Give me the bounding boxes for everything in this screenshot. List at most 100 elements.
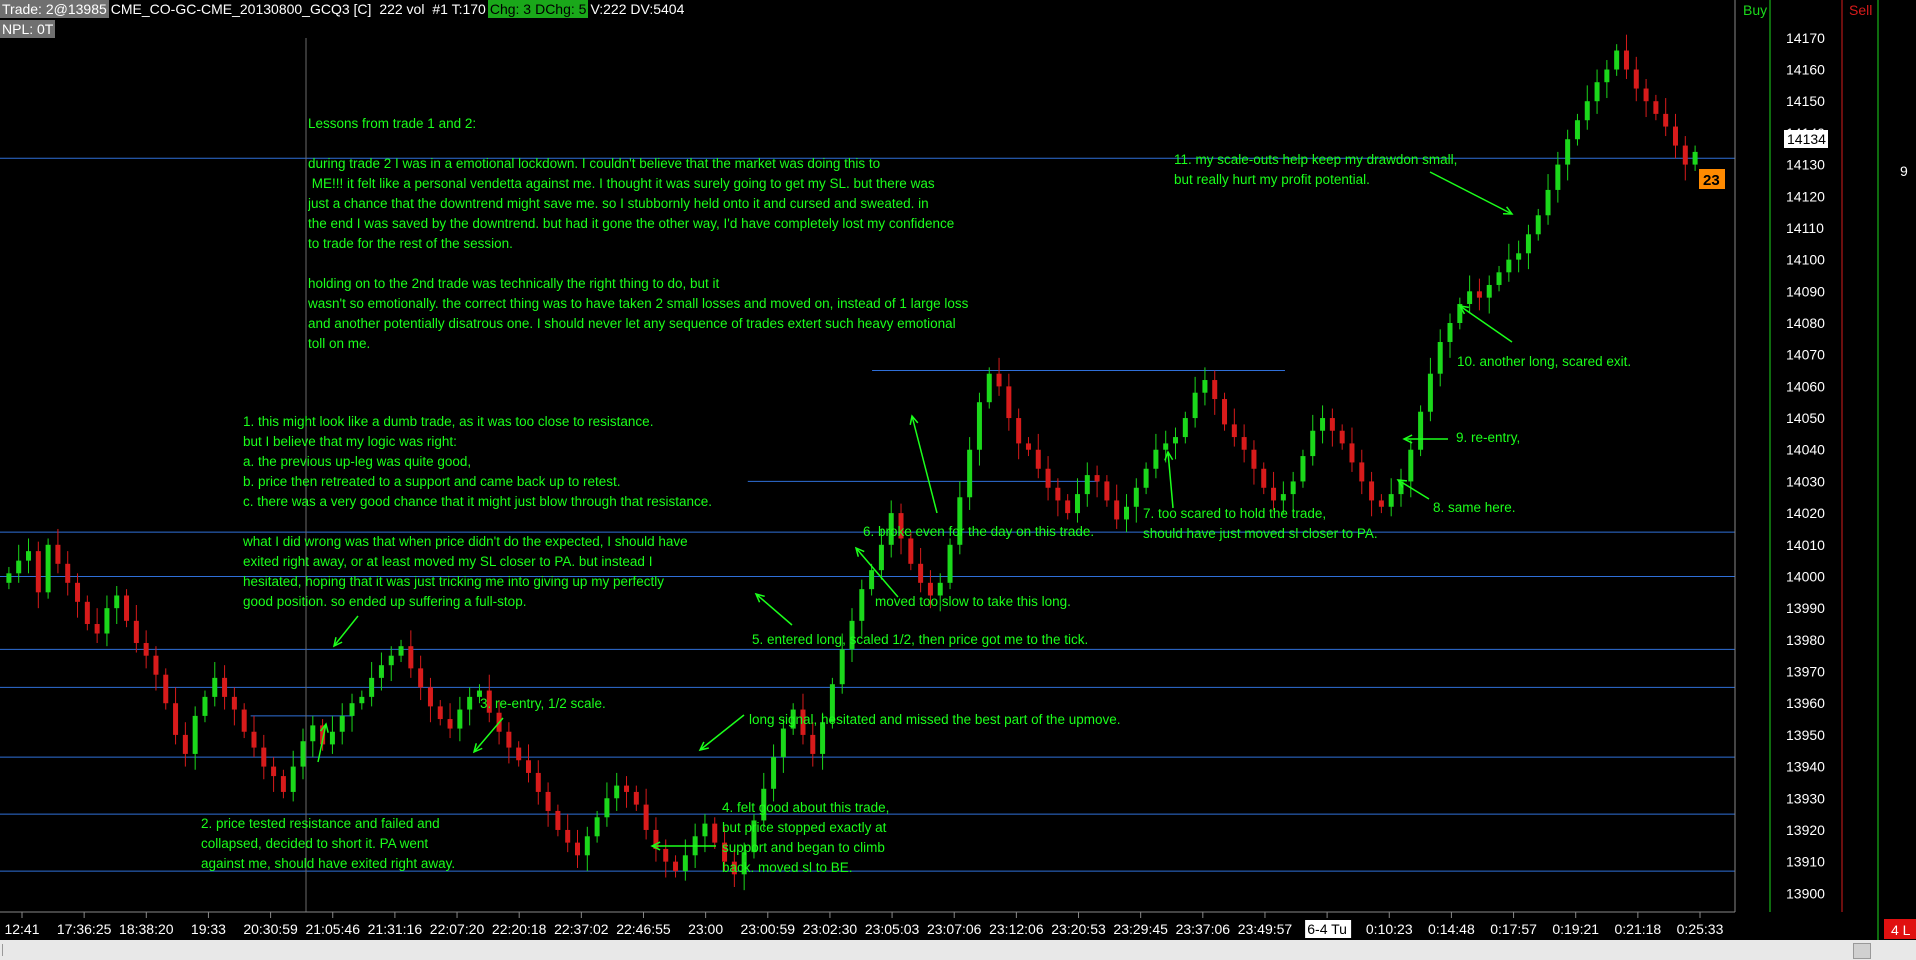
note-long-signal: long signal, hesitated and missed the be… (749, 712, 1121, 727)
price-tick-label: 14080 (1786, 315, 1825, 331)
candle-body (1192, 392, 1198, 419)
candle-body (947, 544, 953, 583)
candle-body (1163, 443, 1169, 450)
note-1b: what I did wrong was that when price did… (243, 534, 688, 609)
candle-body (663, 848, 669, 862)
scroll-thumb[interactable] (1853, 943, 1871, 959)
price-tick-label: 13960 (1786, 695, 1825, 711)
candle-body (506, 731, 512, 748)
candle-body (1114, 500, 1120, 520)
candle-body (859, 589, 865, 621)
candle-body (624, 785, 630, 792)
candle-body (1555, 164, 1561, 190)
candle-body (94, 624, 100, 634)
candle-body (163, 674, 169, 704)
candle-body (280, 776, 286, 792)
candle-body (241, 709, 247, 732)
note-11: 11. my scale-outs help keep my drawdon s… (1174, 152, 1458, 187)
time-tick-label: 6-4 Tu (1307, 921, 1347, 937)
candle-body (300, 741, 306, 767)
candle-body (1437, 342, 1443, 374)
candle-body (65, 563, 71, 583)
candle-body (45, 544, 51, 593)
candle-body (388, 655, 394, 666)
candle-body (26, 551, 32, 561)
candle-body (467, 696, 473, 710)
price-tick-label: 14040 (1786, 442, 1825, 458)
time-tick-label: 12:41 (4, 921, 39, 937)
candle-body (1133, 487, 1139, 507)
candle-body (1290, 481, 1296, 495)
candle-body (682, 855, 688, 872)
time-tick-label: 20:30:59 (243, 921, 298, 937)
candle-body (918, 563, 924, 583)
candle-body (133, 620, 139, 644)
note-8: 8. same here. (1433, 500, 1516, 515)
candle-body (84, 601, 90, 625)
candle-body (1261, 468, 1267, 488)
candle-body (378, 665, 384, 678)
candle-body (1182, 418, 1188, 438)
candle-body (1467, 291, 1473, 304)
candle-body (418, 668, 424, 688)
trade-number: #1 T:170 (432, 1, 486, 17)
candle-body (545, 791, 551, 811)
candle-body (1339, 430, 1345, 444)
time-tick-label: 0:10:23 (1366, 921, 1413, 937)
chart-header: Trade: 2@13985 CME_CO-GC-CME_20130800_GCQ… (0, 0, 686, 18)
tag-label: 23 (1703, 172, 1720, 189)
corner-badge-label: 4 L (1891, 922, 1911, 938)
candle-body (1516, 253, 1522, 260)
candle-body (1016, 418, 1022, 444)
buy-column-label[interactable]: Buy (1743, 2, 1767, 18)
candle-body (1447, 323, 1453, 343)
candle-body (437, 706, 443, 720)
time-tick-label: 23:20:53 (1051, 921, 1106, 937)
time-tick-label: 22:37:02 (554, 921, 609, 937)
price-tick-label: 13900 (1786, 885, 1825, 901)
scroll-left-cap[interactable] (2, 944, 15, 956)
candle-body (1349, 443, 1355, 463)
candle-body (310, 725, 316, 742)
candle-body (1143, 468, 1149, 488)
candle-body (702, 823, 708, 837)
note-2: 2. price tested resistance and failed an… (201, 816, 456, 871)
candle-body (1035, 449, 1041, 469)
time-tick-label: 23:07:06 (927, 921, 982, 937)
candle-body (1222, 399, 1228, 425)
price-tick-label: 14030 (1786, 473, 1825, 489)
candle-body (555, 810, 561, 830)
side-count: 9 (1900, 163, 1908, 179)
horizontal-scrollbar[interactable] (0, 940, 1916, 960)
candle-body (349, 703, 355, 716)
price-tick-label: 14120 (1786, 188, 1825, 204)
candle-body (457, 709, 463, 729)
candle-body (1065, 500, 1071, 514)
candle-body (202, 696, 208, 716)
candle-body (153, 655, 159, 675)
time-tick-label: 0:17:57 (1490, 921, 1537, 937)
candle-body (104, 608, 110, 634)
candle-body (633, 791, 639, 805)
candle-body (1280, 494, 1286, 501)
time-tick-label: 23:00:59 (741, 921, 796, 937)
candle-body (271, 766, 277, 777)
price-tick-label: 14050 (1786, 410, 1825, 426)
candle-body (1084, 475, 1090, 495)
candle-body (1643, 88, 1649, 102)
trade-title: Trade: 2@13985 (0, 0, 109, 18)
candle-body (290, 766, 296, 792)
candle-body (1271, 487, 1277, 501)
candle-body (1418, 411, 1424, 450)
price-tick-label: 14060 (1786, 378, 1825, 394)
sell-column-label[interactable]: Sell (1849, 2, 1872, 18)
price-tick-label: 14090 (1786, 283, 1825, 299)
price-chart[interactable]: 1417014160141501414014130141201411014100… (0, 0, 1916, 960)
daily-change-badge: DChg: 5 (533, 0, 589, 18)
price-tick-label: 14170 (1786, 30, 1825, 46)
candle-body (261, 747, 267, 767)
price-tick-label: 14000 (1786, 568, 1825, 584)
price-tick-label: 14130 (1786, 157, 1825, 173)
time-tick-label: 23:05:03 (865, 921, 920, 937)
candle-body (16, 560, 22, 574)
